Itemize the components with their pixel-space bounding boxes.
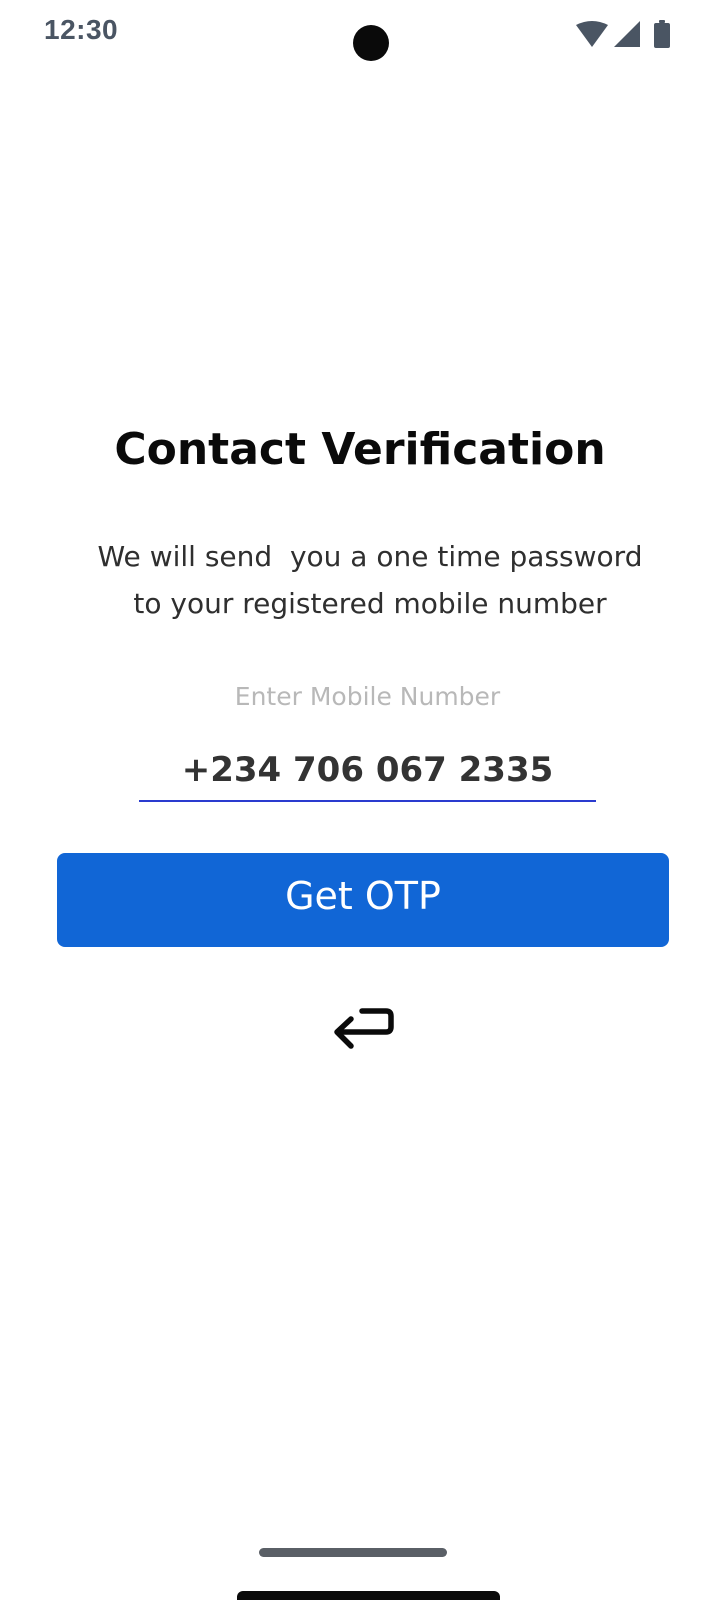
status-time: 12:30: [44, 14, 119, 45]
page-description: We will send you a one time password to …: [97, 540, 643, 620]
back-button[interactable]: [326, 998, 398, 1062]
page-title: Contact Verification: [114, 424, 606, 475]
return-arrow-icon: [326, 998, 398, 1062]
get-otp-button[interactable]: Get OTP: [57, 853, 669, 947]
bottom-sheet-edge: [237, 1591, 500, 1600]
status-icons: [576, 18, 670, 50]
wifi-icon: [576, 21, 608, 47]
mobile-number-input[interactable]: [139, 740, 596, 802]
contact-verification-screen: 12:30 Contact Verification We will send …: [0, 0, 720, 1600]
mobile-number-label: Enter Mobile Number: [234, 682, 501, 711]
gesture-navigation-bar[interactable]: [259, 1548, 447, 1557]
signal-icon: [614, 21, 640, 47]
battery-icon: [654, 20, 670, 48]
camera-cutout: [353, 25, 389, 61]
status-bar: 12:30: [0, 0, 720, 70]
